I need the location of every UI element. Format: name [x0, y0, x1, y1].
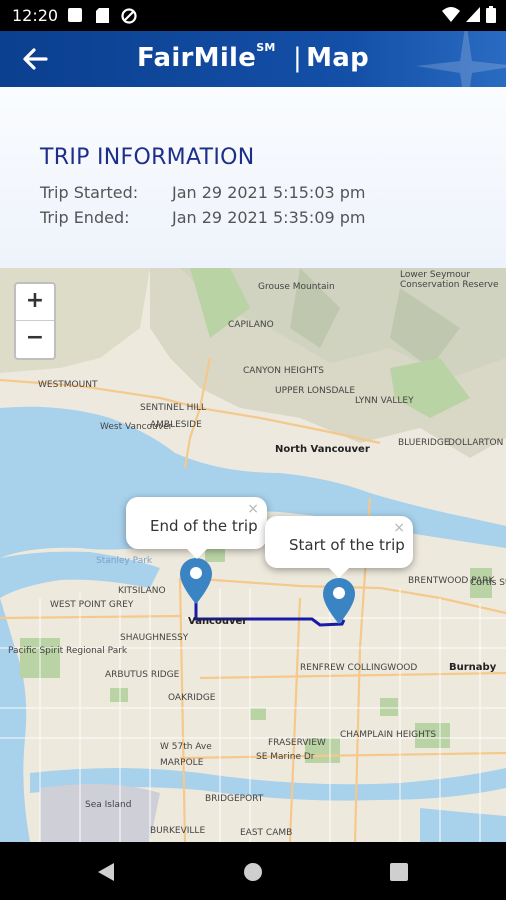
map-label: Curtis St [470, 578, 506, 588]
trip-started-label: Trip Started: [40, 183, 139, 202]
map-label: SENTINEL HILL [140, 403, 207, 413]
service-mark: SM [256, 41, 276, 54]
map-label: North Vancouver [275, 444, 370, 455]
map-label: BURKEVILLE [150, 826, 206, 836]
map-label: DOLLARTON [448, 438, 504, 448]
map-label: W 57th Ave [160, 742, 212, 752]
page-title: FairMileSM | Map [0, 41, 506, 73]
map-label: KITSILANO [118, 586, 166, 596]
system-nav-bar [0, 842, 506, 900]
trip-ended-value: Jan 29 2021 5:35:09 pm [172, 208, 366, 227]
app-bar: FairMileSM | Map [0, 31, 506, 87]
map-label: Grouse Mountain [258, 282, 335, 292]
map-label: BRIDGEPORT [205, 794, 264, 804]
map-label: CHAMPLAIN HEIGHTS [340, 730, 437, 740]
nav-recents-icon[interactable] [390, 863, 408, 881]
sd-card-icon [96, 8, 109, 23]
trip-info-heading: TRIP INFORMATION [40, 145, 255, 170]
wifi-icon [442, 7, 460, 22]
start-trip-popup: Start of the trip × [265, 516, 413, 578]
zoom-control: + − [14, 282, 56, 360]
title-separator: | [293, 43, 303, 73]
map-label: WESTMOUNT [38, 380, 98, 390]
map-label: BLUERIDGE [398, 438, 450, 448]
nav-home-icon[interactable] [243, 862, 263, 882]
map-label: SHAUGHNESSY [120, 633, 189, 643]
map-label: CANYON HEIGHTS [243, 366, 324, 376]
map-tiles[interactable] [0, 268, 506, 842]
start-map-marker-icon[interactable] [323, 578, 355, 624]
map-label: Burnaby [449, 662, 497, 673]
trip-ended-label: Trip Ended: [40, 208, 130, 227]
signal-icon [466, 7, 480, 22]
map-label: Sea Island [85, 800, 132, 810]
map-label: UPPER LONSDALE [275, 386, 356, 396]
notification-square-icon [68, 8, 82, 22]
map-label: RENFREW COLLINGWOOD [300, 663, 418, 673]
map-label: WEST POINT GREY [50, 600, 134, 610]
nav-back-icon[interactable] [96, 862, 116, 882]
brand-name: FairMile [136, 43, 257, 73]
map-label: Lower Seymour Conservation Reserve [400, 270, 499, 290]
end-trip-popup-text: End of the trip [150, 517, 258, 535]
popup-tail [186, 549, 207, 559]
map-label: AMBLESIDE [150, 420, 202, 430]
map-label: Stanley Park [96, 556, 153, 566]
trip-ended-row: Trip Ended: Jan 29 2021 5:35:09 pm [40, 208, 366, 227]
end-map-marker-icon[interactable] [180, 558, 212, 604]
map-view[interactable]: West Vancouver North Vancouver Vancouver… [0, 268, 506, 842]
popup-tail [329, 568, 349, 578]
section-name: Map [306, 43, 370, 73]
trip-info-panel: TRIP INFORMATION Trip Started: Jan 29 202… [0, 87, 506, 268]
status-bar: 12:20 [0, 0, 506, 31]
zoom-in-button[interactable]: + [16, 284, 54, 320]
battery-icon [486, 6, 496, 23]
map-label: CAPILANO [228, 320, 274, 330]
close-icon[interactable]: × [247, 501, 259, 517]
map-label: EAST CAMB [240, 828, 293, 838]
status-time: 12:20 [12, 6, 59, 25]
map-label: FRASERVIEW [268, 738, 326, 748]
close-icon[interactable]: × [393, 520, 405, 536]
map-label: MARPOLE [160, 758, 204, 768]
map-label: ARBUTUS RIDGE [105, 670, 180, 680]
map-label: Pacific Spirit Regional Park [8, 646, 128, 656]
map-label: LYNN VALLEY [355, 396, 414, 406]
map-label: OAKRIDGE [168, 693, 216, 703]
trip-started-row: Trip Started: Jan 29 2021 5:15:03 pm [40, 183, 366, 202]
zoom-out-button[interactable]: − [16, 320, 54, 357]
map-label: Vancouver [188, 616, 248, 627]
data-saver-icon [121, 8, 137, 24]
end-trip-popup: End of the trip × [126, 497, 267, 559]
map-label: SE Marine Dr [256, 752, 315, 762]
trip-started-value: Jan 29 2021 5:15:03 pm [172, 183, 366, 202]
start-trip-popup-text: Start of the trip [289, 536, 405, 554]
